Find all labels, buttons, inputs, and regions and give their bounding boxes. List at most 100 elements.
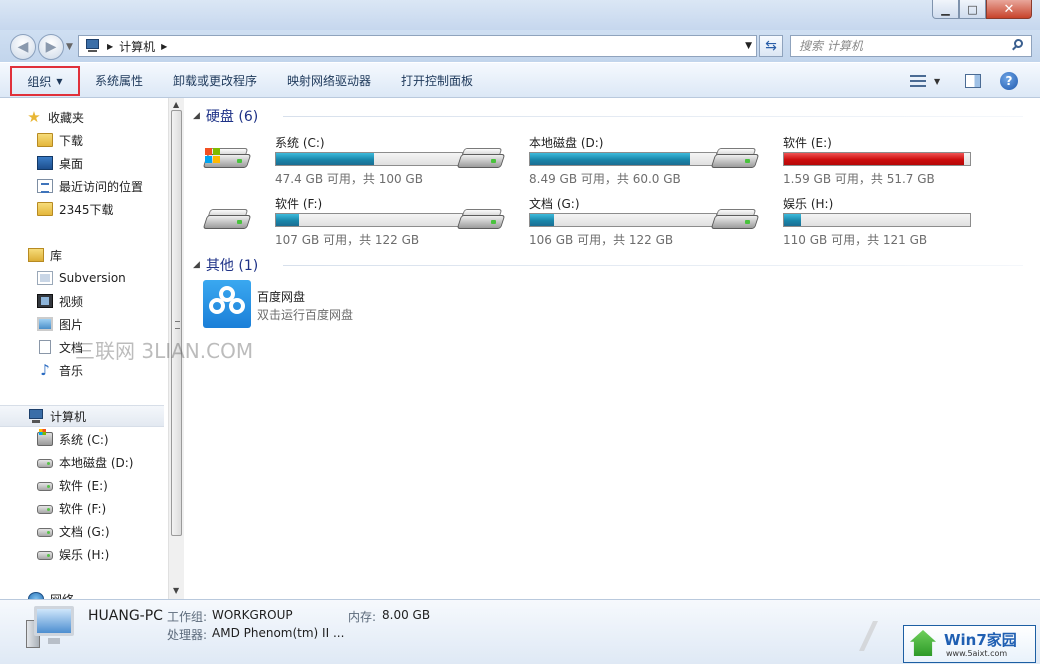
- computer-icon: [28, 409, 44, 423]
- search-input[interactable]: [799, 39, 999, 53]
- library-icon: [28, 248, 44, 262]
- item-description: 双击运行百度网盘: [257, 308, 354, 322]
- baidu-netdisk-item[interactable]: 百度网盘 双击运行百度网盘: [203, 280, 503, 332]
- minimize-button[interactable]: ▁: [932, 0, 959, 19]
- drive-usage-fill: [530, 214, 555, 226]
- sidebar-item-label: 网络: [50, 591, 74, 600]
- breadcrumb-arrow-icon[interactable]: ▶: [107, 42, 113, 51]
- scrollbar-thumb[interactable]: [171, 110, 182, 536]
- drive-item[interactable]: 软件 (E:) 1.59 GB 可用，共 51.7 GB: [710, 134, 971, 188]
- drive-label: 文档 (G:): [529, 197, 580, 211]
- drive-label: 软件 (E:): [783, 136, 832, 150]
- sidebar-item-label: 软件 (F:): [59, 501, 107, 516]
- breadcrumb-arrow-icon[interactable]: ▶: [161, 42, 167, 51]
- uninstall-program-button[interactable]: 卸载或更改程序: [171, 71, 259, 91]
- computer-icon: [26, 606, 76, 652]
- sidebar-item-desktop[interactable]: 桌面: [0, 152, 164, 174]
- drive-item[interactable]: 本地磁盘 (D:) 8.49 GB 可用，共 60.0 GB: [456, 134, 717, 188]
- sidebar-item-drive-h[interactable]: 娱乐 (H:): [0, 543, 164, 565]
- recent-pages-dropdown[interactable]: ▼: [66, 42, 73, 52]
- map-network-drive-button[interactable]: 映射网络驱动器: [285, 71, 373, 91]
- sidebar-item-drive-d[interactable]: 本地磁盘 (D:): [0, 451, 164, 473]
- sidebar-item-pictures[interactable]: 图片: [0, 313, 164, 335]
- drive-item[interactable]: 软件 (F:) 107 GB 可用，共 122 GB: [202, 195, 463, 249]
- sidebar-item-label: 图片: [59, 317, 84, 332]
- workgroup-label: 工作组:: [167, 610, 208, 624]
- preview-pane-icon: [965, 74, 981, 88]
- sidebar-network-header[interactable]: 网络: [0, 588, 164, 599]
- sidebar-item-recent-places[interactable]: 最近访问的位置: [0, 175, 164, 197]
- site-badge: Win7家园 www.5aixt.com: [903, 625, 1036, 663]
- chevron-down-icon: ▼: [934, 76, 941, 86]
- open-control-panel-button[interactable]: 打开控制面板: [399, 71, 475, 91]
- sidebar-item-label: 2345下载: [59, 202, 114, 217]
- workgroup-value: WORKGROUP: [212, 608, 293, 622]
- address-bar[interactable]: ▶ 计算机 ▶ ▼: [78, 35, 757, 57]
- change-view-button[interactable]: ▼: [910, 72, 940, 90]
- sidebar-computer-header[interactable]: 计算机: [0, 405, 164, 427]
- sidebar-item-downloads[interactable]: 下载: [0, 129, 164, 151]
- group-title: 其他 (1): [205, 258, 259, 274]
- sidebar-favorites-header[interactable]: ★ 收藏夹: [0, 106, 164, 128]
- drive-label: 娱乐 (H:): [783, 197, 834, 211]
- forward-button[interactable]: ▶: [38, 34, 64, 60]
- processor-value: AMD Phenom(tm) II ...: [212, 626, 345, 640]
- system-properties-button[interactable]: 系统属性: [93, 71, 145, 91]
- maximize-button[interactable]: □: [959, 0, 986, 19]
- preview-pane-button[interactable]: [965, 72, 981, 90]
- sidebar-item-label: 计算机: [50, 409, 87, 424]
- drive-usage-bar: [783, 152, 971, 166]
- badge-url: www.5aixt.com: [946, 649, 1008, 658]
- address-dropdown-icon[interactable]: ▼: [745, 41, 752, 51]
- sidebar-item-label: 本地磁盘 (D:): [59, 455, 134, 470]
- sidebar-item-drive-f[interactable]: 软件 (F:): [0, 497, 164, 519]
- group-divider: [283, 255, 1023, 275]
- scroll-up-icon[interactable]: ▲: [173, 100, 179, 109]
- breadcrumb-computer[interactable]: 计算机: [119, 38, 155, 55]
- sidebar-item-2345-downloads[interactable]: 2345下载: [0, 198, 164, 220]
- sidebar-item-subversion[interactable]: Subversion: [0, 267, 164, 289]
- scroll-down-icon[interactable]: ▼: [173, 586, 179, 595]
- drive-icon: [456, 148, 506, 170]
- group-title: 硬盘 (6): [205, 109, 259, 125]
- drive-icon: [202, 209, 252, 231]
- sidebar-item-label: 娱乐 (H:): [59, 547, 110, 562]
- sidebar-item-label: 系统 (C:): [59, 432, 109, 447]
- document-icon: [39, 340, 51, 354]
- sidebar-item-label: 文档 (G:): [59, 524, 110, 539]
- other-group-header[interactable]: ◢ 其他 (1): [193, 255, 258, 275]
- drive-space-info: 47.4 GB 可用，共 100 GB: [275, 172, 423, 186]
- search-icon[interactable]: [1011, 39, 1025, 53]
- drive-item[interactable]: 文档 (G:) 106 GB 可用，共 122 GB: [456, 195, 717, 249]
- network-icon: [28, 592, 44, 599]
- watermark-text: 三联网 3LIAN.COM: [75, 339, 254, 363]
- folder-icon: [37, 202, 53, 216]
- subversion-icon: [37, 271, 53, 285]
- organize-button[interactable]: 组织 ▼: [10, 66, 80, 96]
- memory-value: 8.00 GB: [382, 608, 431, 622]
- content-area: ◢ 硬盘 (6) 系统 (C:) 47.4 GB 可用，共 100 GB 本地磁盘 …: [185, 98, 1040, 599]
- sidebar-item-label: 视频: [59, 294, 84, 309]
- back-button[interactable]: ◀: [10, 34, 36, 60]
- sidebar-libraries-header[interactable]: 库: [0, 244, 164, 266]
- sidebar-item-drive-c[interactable]: 系统 (C:): [0, 428, 164, 450]
- close-button[interactable]: ✕: [986, 0, 1032, 19]
- sidebar-item-drive-g[interactable]: 文档 (G:): [0, 520, 164, 542]
- title-bar: ▁ □ ✕: [0, 0, 1040, 30]
- windows-logo-icon: [205, 148, 221, 163]
- refresh-button[interactable]: ⇆: [759, 35, 783, 57]
- drive-icon: [456, 209, 506, 231]
- forward-arrow-icon: ▶: [45, 39, 57, 55]
- help-button[interactable]: ?: [1000, 72, 1018, 90]
- sidebar-item-label: 收藏夹: [48, 110, 85, 125]
- drive-label: 本地磁盘 (D:): [529, 136, 604, 150]
- search-box[interactable]: [790, 35, 1032, 57]
- hard-disks-group-header[interactable]: ◢ 硬盘 (6): [193, 106, 258, 126]
- drive-item[interactable]: 系统 (C:) 47.4 GB 可用，共 100 GB: [202, 134, 463, 188]
- collapse-icon[interactable]: ◢: [193, 260, 200, 270]
- badge-title: Win7家园: [944, 631, 1017, 649]
- drive-item[interactable]: 娱乐 (H:) 110 GB 可用，共 121 GB: [710, 195, 971, 249]
- collapse-icon[interactable]: ◢: [193, 111, 200, 121]
- sidebar-item-videos[interactable]: 视频: [0, 290, 164, 312]
- sidebar-item-drive-e[interactable]: 软件 (E:): [0, 474, 164, 496]
